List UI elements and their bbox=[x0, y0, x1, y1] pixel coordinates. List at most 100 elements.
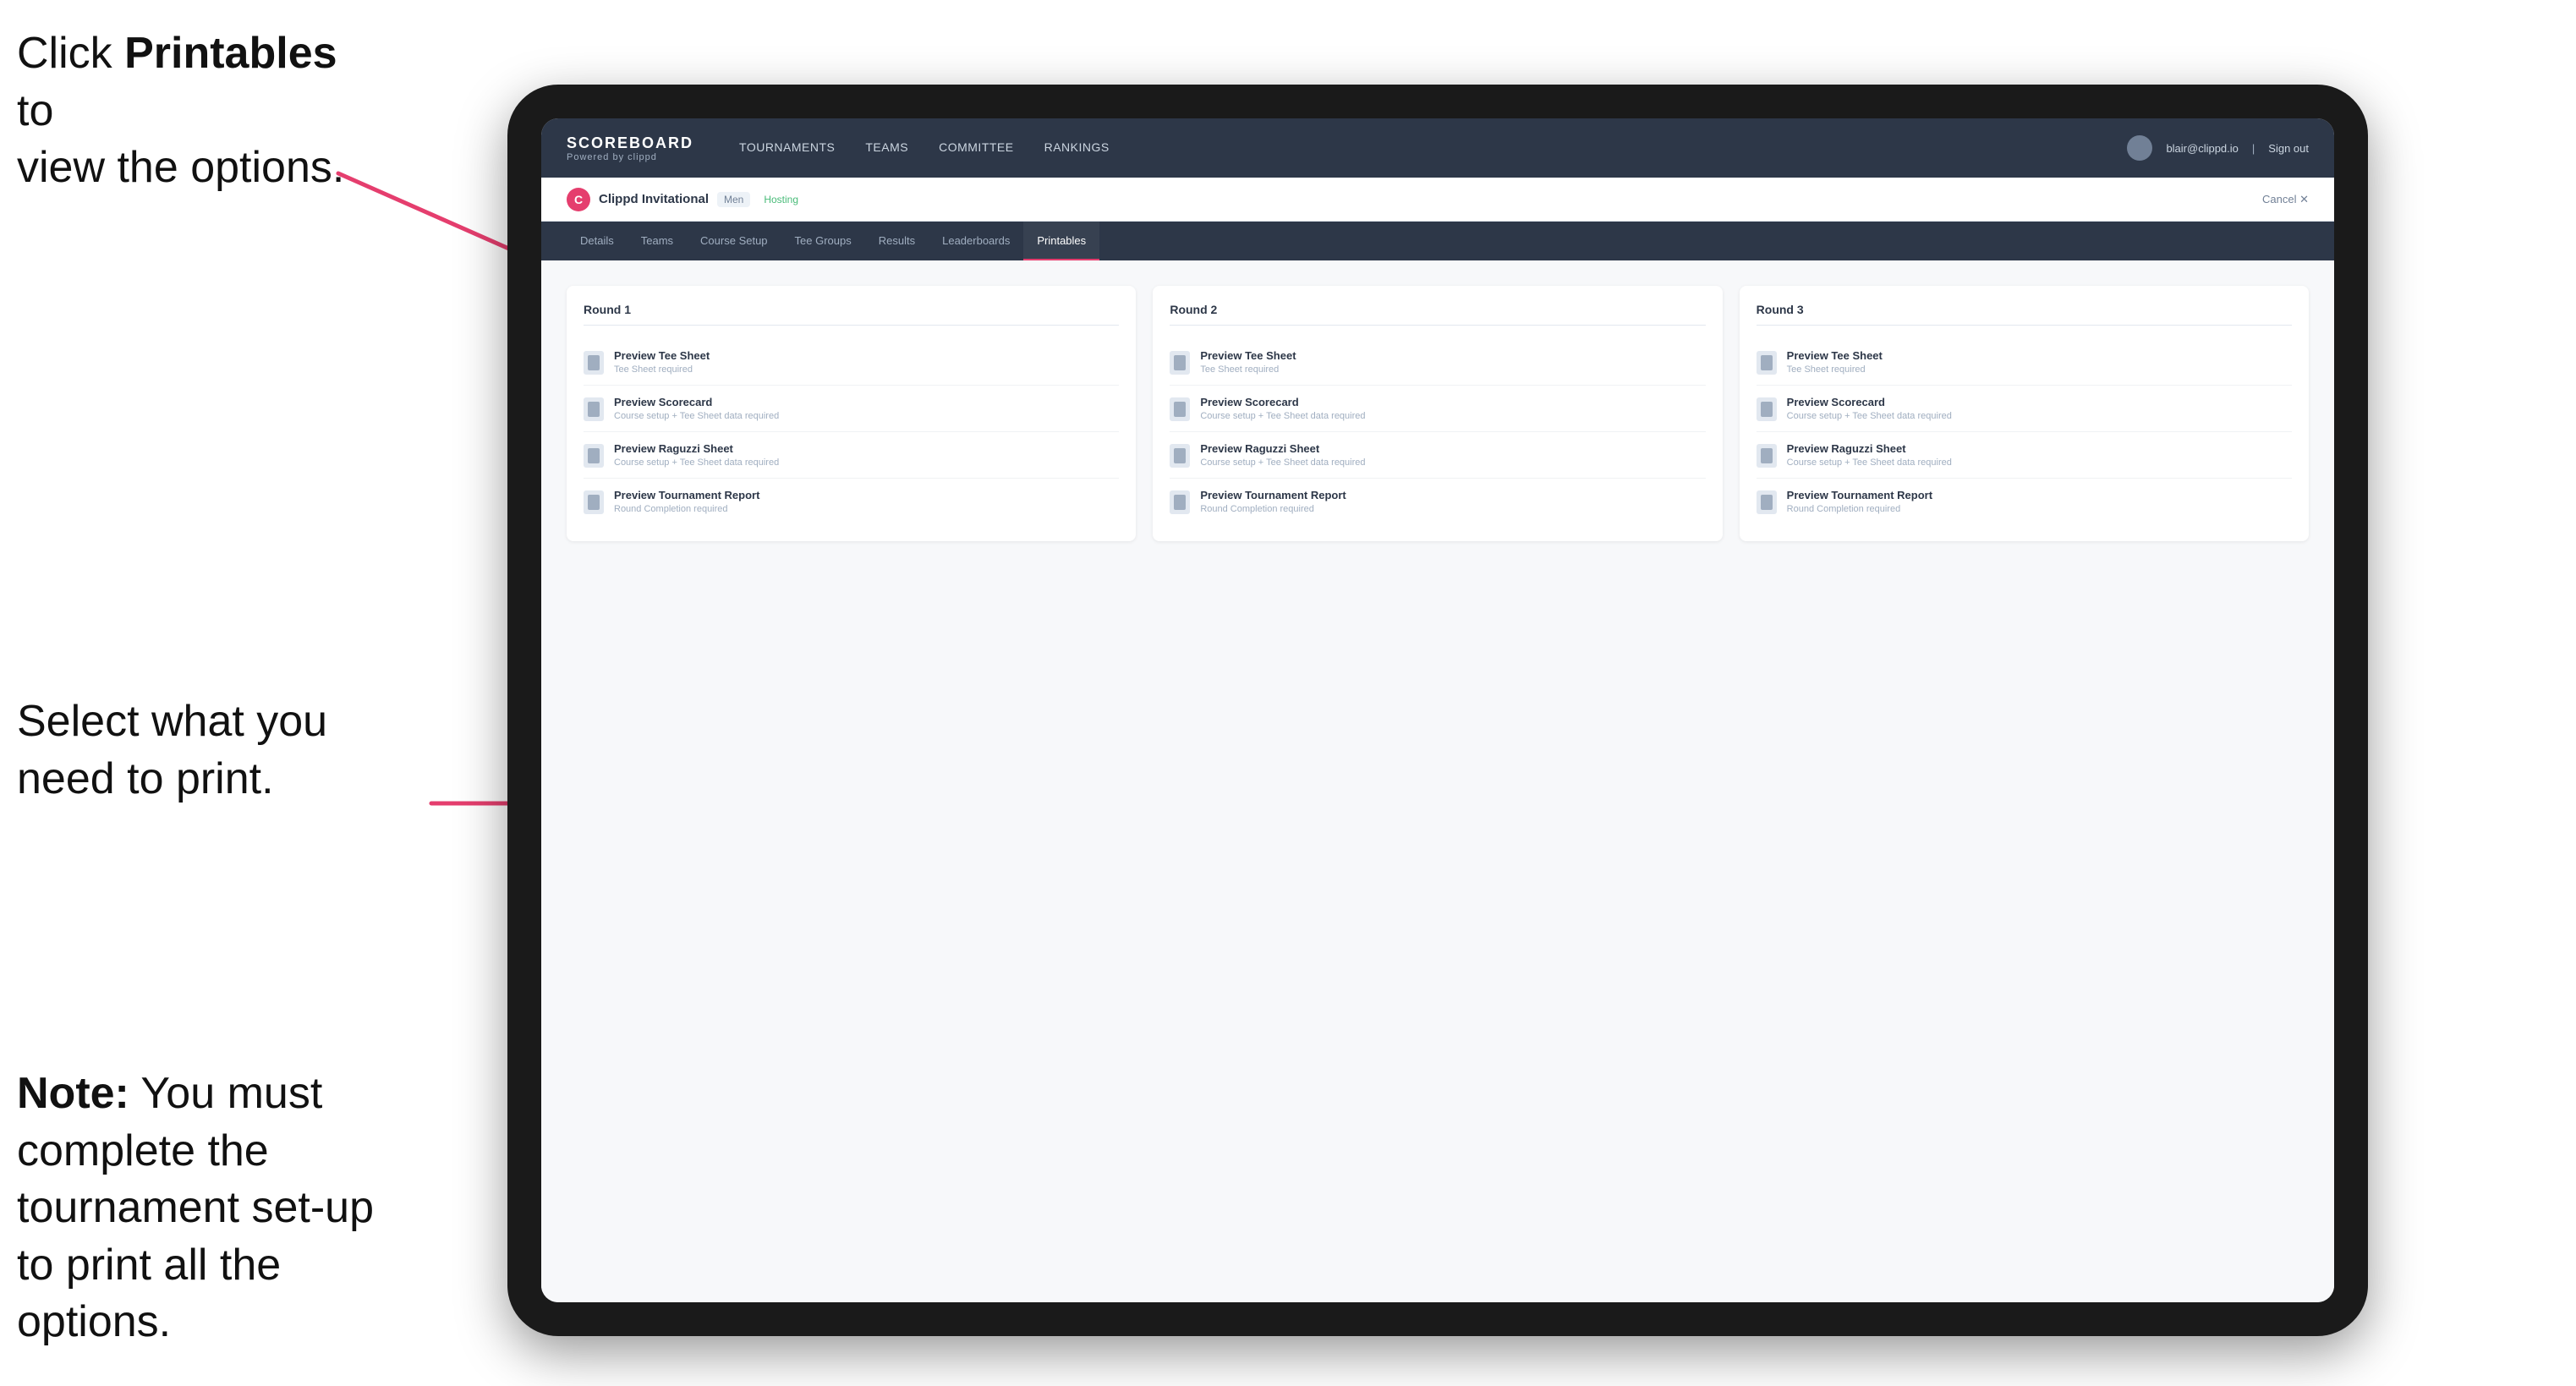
item-sub: Course setup + Tee Sheet data required bbox=[1200, 457, 1365, 468]
round-2-column: Round 2 Preview Tee Sheet Tee Sheet requ… bbox=[1153, 286, 1722, 541]
logo-area: SCOREBOARD Powered by clippd bbox=[567, 134, 693, 162]
item-sub: Course setup + Tee Sheet data required bbox=[1787, 411, 1952, 421]
item-sub: Course setup + Tee Sheet data required bbox=[1787, 457, 1952, 468]
top-nav-right: blair@clippd.io | Sign out bbox=[2127, 135, 2309, 161]
print-item-text: Preview Raguzzi Sheet Course setup + Tee… bbox=[1200, 442, 1365, 468]
item-title: Preview Raguzzi Sheet bbox=[614, 442, 779, 455]
item-sub: Tee Sheet required bbox=[1200, 364, 1296, 375]
print-item-text: Preview Scorecard Course setup + Tee She… bbox=[614, 396, 779, 421]
doc-icon bbox=[1757, 490, 1777, 514]
main-content: Round 1 Preview Tee Sheet Tee Sheet requ… bbox=[541, 260, 2334, 1302]
doc-icon bbox=[1170, 397, 1190, 421]
item-title: Preview Tournament Report bbox=[1200, 489, 1346, 501]
tab-tee-groups[interactable]: Tee Groups bbox=[781, 222, 865, 260]
round1-raguzzi[interactable]: Preview Raguzzi Sheet Course setup + Tee… bbox=[584, 432, 1119, 479]
item-title: Preview Scorecard bbox=[614, 396, 779, 408]
doc-icon bbox=[584, 490, 604, 514]
item-title: Preview Raguzzi Sheet bbox=[1200, 442, 1365, 455]
tab-leaderboards[interactable]: Leaderboards bbox=[929, 222, 1023, 260]
item-sub: Course setup + Tee Sheet data required bbox=[614, 457, 779, 468]
round1-tee-sheet[interactable]: Preview Tee Sheet Tee Sheet required bbox=[584, 339, 1119, 386]
nav-rankings[interactable]: RANKINGS bbox=[1033, 135, 1121, 161]
round3-tee-sheet[interactable]: Preview Tee Sheet Tee Sheet required bbox=[1757, 339, 2292, 386]
round-1-column: Round 1 Preview Tee Sheet Tee Sheet requ… bbox=[567, 286, 1136, 541]
tablet-device: SCOREBOARD Powered by clippd TOURNAMENTS… bbox=[507, 85, 2368, 1336]
round3-tournament-report[interactable]: Preview Tournament Report Round Completi… bbox=[1757, 479, 2292, 524]
doc-icon bbox=[584, 397, 604, 421]
print-item-text: Preview Tournament Report Round Completi… bbox=[614, 489, 759, 514]
item-title: Preview Scorecard bbox=[1200, 396, 1365, 408]
item-sub: Round Completion required bbox=[614, 504, 759, 514]
item-title: Preview Tournament Report bbox=[614, 489, 759, 501]
top-nav-links: TOURNAMENTS TEAMS COMMITTEE RANKINGS bbox=[727, 135, 2127, 161]
tournament-division: Men bbox=[717, 192, 750, 207]
tournament-name: Clippd Invitational bbox=[599, 192, 709, 206]
doc-icon bbox=[1757, 351, 1777, 375]
print-item-text: Preview Tournament Report Round Completi… bbox=[1200, 489, 1346, 514]
round-1-title: Round 1 bbox=[584, 303, 1119, 326]
logo-title: SCOREBOARD bbox=[567, 134, 693, 152]
cancel-button[interactable]: Cancel ✕ bbox=[2262, 193, 2309, 206]
nav-teams[interactable]: TEAMS bbox=[853, 135, 920, 161]
round-2-title: Round 2 bbox=[1170, 303, 1705, 326]
item-sub: Tee Sheet required bbox=[1787, 364, 1883, 375]
item-title: Preview Tournament Report bbox=[1787, 489, 1932, 501]
round3-raguzzi[interactable]: Preview Raguzzi Sheet Course setup + Tee… bbox=[1757, 432, 2292, 479]
item-sub: Round Completion required bbox=[1200, 504, 1346, 514]
print-item-text: Preview Scorecard Course setup + Tee She… bbox=[1200, 396, 1365, 421]
instruction-middle: Select what you need to print. bbox=[17, 693, 327, 808]
print-item-text: Preview Raguzzi Sheet Course setup + Tee… bbox=[614, 442, 779, 468]
tab-nav: Details Teams Course Setup Tee Groups Re… bbox=[541, 222, 2334, 260]
tablet-screen: SCOREBOARD Powered by clippd TOURNAMENTS… bbox=[541, 118, 2334, 1302]
tab-printables[interactable]: Printables bbox=[1023, 222, 1099, 260]
item-title: Preview Raguzzi Sheet bbox=[1787, 442, 1952, 455]
tab-details[interactable]: Details bbox=[567, 222, 628, 260]
print-item-text: Preview Tee Sheet Tee Sheet required bbox=[1200, 349, 1296, 375]
print-item-text: Preview Tee Sheet Tee Sheet required bbox=[1787, 349, 1883, 375]
doc-icon bbox=[584, 444, 604, 468]
tournament-status: Hosting bbox=[764, 194, 798, 205]
round3-scorecard[interactable]: Preview Scorecard Course setup + Tee She… bbox=[1757, 386, 2292, 432]
round2-tee-sheet[interactable]: Preview Tee Sheet Tee Sheet required bbox=[1170, 339, 1705, 386]
sign-out-button[interactable]: Sign out bbox=[2268, 142, 2309, 155]
round2-raguzzi[interactable]: Preview Raguzzi Sheet Course setup + Tee… bbox=[1170, 432, 1705, 479]
print-item-text: Preview Tee Sheet Tee Sheet required bbox=[614, 349, 710, 375]
round-3-title: Round 3 bbox=[1757, 303, 2292, 326]
round1-tournament-report[interactable]: Preview Tournament Report Round Completi… bbox=[584, 479, 1119, 524]
item-title: Preview Tee Sheet bbox=[614, 349, 710, 362]
item-sub: Tee Sheet required bbox=[614, 364, 710, 375]
instruction-top-text: Click Printables toview the options. bbox=[17, 29, 344, 192]
sub-nav: C Clippd Invitational Men Hosting Cancel… bbox=[541, 178, 2334, 222]
logo-sub: Powered by clippd bbox=[567, 152, 693, 162]
tab-results[interactable]: Results bbox=[865, 222, 929, 260]
nav-committee[interactable]: COMMITTEE bbox=[927, 135, 1026, 161]
tab-teams[interactable]: Teams bbox=[628, 222, 687, 260]
doc-icon bbox=[1170, 490, 1190, 514]
doc-icon bbox=[1757, 397, 1777, 421]
tournament-title: C Clippd Invitational Men Hosting bbox=[567, 188, 798, 211]
nav-tournaments[interactable]: TOURNAMENTS bbox=[727, 135, 847, 161]
round2-tournament-report[interactable]: Preview Tournament Report Round Completi… bbox=[1170, 479, 1705, 524]
user-avatar bbox=[2127, 135, 2152, 161]
print-item-text: Preview Scorecard Course setup + Tee She… bbox=[1787, 396, 1952, 421]
doc-icon bbox=[1170, 351, 1190, 375]
print-item-text: Preview Raguzzi Sheet Course setup + Tee… bbox=[1787, 442, 1952, 468]
user-email: blair@clippd.io bbox=[2166, 142, 2238, 155]
item-sub: Round Completion required bbox=[1787, 504, 1932, 514]
item-title: Preview Tee Sheet bbox=[1200, 349, 1296, 362]
round-3-column: Round 3 Preview Tee Sheet Tee Sheet requ… bbox=[1740, 286, 2309, 541]
doc-icon bbox=[584, 351, 604, 375]
instruction-bottom: Note: You must complete the tournament s… bbox=[17, 1066, 397, 1351]
round2-scorecard[interactable]: Preview Scorecard Course setup + Tee She… bbox=[1170, 386, 1705, 432]
print-item-text: Preview Tournament Report Round Completi… bbox=[1787, 489, 1932, 514]
rounds-grid: Round 1 Preview Tee Sheet Tee Sheet requ… bbox=[567, 286, 2309, 541]
sign-out-link[interactable]: | bbox=[2252, 142, 2255, 155]
item-sub: Course setup + Tee Sheet data required bbox=[614, 411, 779, 421]
tab-course-setup[interactable]: Course Setup bbox=[687, 222, 781, 260]
top-nav: SCOREBOARD Powered by clippd TOURNAMENTS… bbox=[541, 118, 2334, 178]
doc-icon bbox=[1757, 444, 1777, 468]
instruction-top: Click Printables toview the options. bbox=[17, 25, 372, 197]
clippd-icon: C bbox=[567, 188, 590, 211]
round1-scorecard[interactable]: Preview Scorecard Course setup + Tee She… bbox=[584, 386, 1119, 432]
doc-icon bbox=[1170, 444, 1190, 468]
